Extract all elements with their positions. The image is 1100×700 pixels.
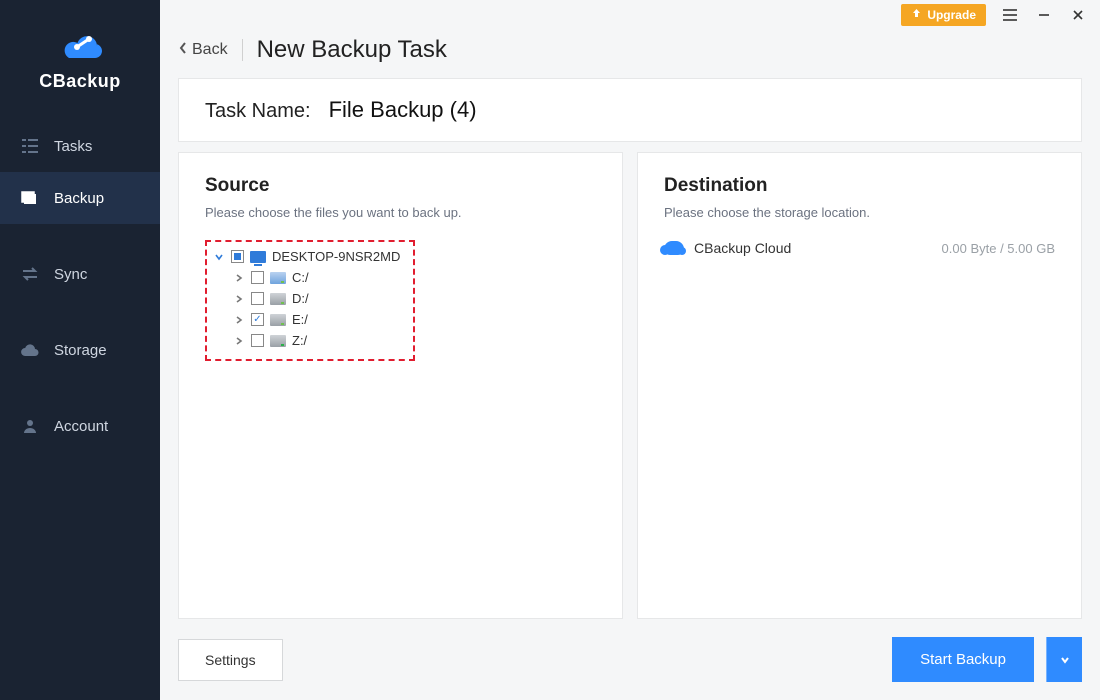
destination-panel: Destination Please choose the storage lo… <box>637 152 1082 619</box>
destination-label: CBackup Cloud <box>694 240 791 256</box>
chevron-left-icon <box>178 41 188 60</box>
drive-icon <box>270 272 286 284</box>
computer-icon <box>250 251 266 263</box>
sidebar-item-label: Account <box>54 418 108 435</box>
spacer <box>0 376 160 400</box>
checkbox-partial[interactable] <box>231 250 244 263</box>
divider <box>242 39 243 61</box>
upgrade-label: Upgrade <box>927 8 976 22</box>
start-backup-dropdown[interactable] <box>1046 637 1082 682</box>
back-button[interactable]: Back <box>178 41 228 60</box>
account-icon <box>20 416 40 436</box>
sidebar-item-sync[interactable]: Sync <box>0 248 160 300</box>
drive-label: D:/ <box>292 291 309 306</box>
sidebar-item-account[interactable]: Account <box>0 400 160 452</box>
sidebar: CBackup Tasks Backup Sync <box>0 0 160 700</box>
tree-drive[interactable]: Z:/ <box>213 330 407 351</box>
sidebar-item-storage[interactable]: Storage <box>0 324 160 376</box>
tree-drive[interactable]: C:/ <box>213 267 407 288</box>
back-label: Back <box>192 41 228 59</box>
main: Upgrade Back New Backup Task Tas <box>160 0 1100 700</box>
destination-usage: 0.00 Byte / 5.00 GB <box>942 241 1055 256</box>
header-row: Back New Backup Task <box>160 30 1100 78</box>
sidebar-item-label: Backup <box>54 190 104 207</box>
titlebar: Upgrade <box>160 0 1100 30</box>
cloud-icon <box>664 241 684 255</box>
drive-label: C:/ <box>292 270 309 285</box>
upgrade-button[interactable]: Upgrade <box>901 4 986 26</box>
spacer <box>0 300 160 324</box>
menu-icon[interactable] <box>1000 5 1020 25</box>
source-hint: Please choose the files you want to back… <box>205 205 596 220</box>
tree-drive[interactable]: E:/ <box>213 309 407 330</box>
cloud-logo-icon <box>51 22 109 65</box>
destination-title: Destination <box>664 175 1055 197</box>
taskname-label: Task Name: <box>205 100 311 123</box>
source-title: Source <box>205 175 596 197</box>
settings-button[interactable]: Settings <box>178 639 283 681</box>
source-panel: Source Please choose the files you want … <box>178 152 623 619</box>
checkbox[interactable] <box>251 334 264 347</box>
brand-name: CBackup <box>0 71 160 92</box>
taskname-bar: Task Name: File Backup (4) <box>178 78 1082 142</box>
side-nav: Tasks Backup Sync Storage <box>0 120 160 452</box>
sidebar-item-tasks[interactable]: Tasks <box>0 120 160 172</box>
minimize-icon[interactable] <box>1034 5 1054 25</box>
checkbox[interactable] <box>251 271 264 284</box>
drive-label: Z:/ <box>292 333 307 348</box>
checkbox-checked[interactable] <box>251 313 264 326</box>
tree-root-label: DESKTOP-9NSR2MD <box>272 249 400 264</box>
tasks-icon <box>20 136 40 156</box>
destination-hint: Please choose the storage location. <box>664 205 1055 220</box>
chevron-right-icon[interactable] <box>233 273 245 283</box>
footer: Settings Start Backup <box>160 619 1100 700</box>
sidebar-item-backup[interactable]: Backup <box>0 172 160 224</box>
storage-icon <box>20 340 40 360</box>
drive-label: E:/ <box>292 312 308 327</box>
taskname-value[interactable]: File Backup (4) <box>329 97 477 123</box>
network-drive-icon <box>270 335 286 347</box>
chevron-right-icon[interactable] <box>233 336 245 346</box>
panels: Source Please choose the files you want … <box>178 152 1082 619</box>
chevron-down-icon[interactable] <box>213 252 225 262</box>
checkbox[interactable] <box>251 292 264 305</box>
close-icon[interactable] <box>1068 5 1088 25</box>
logo-block: CBackup <box>0 0 160 110</box>
sync-icon <box>20 264 40 284</box>
start-backup-button[interactable]: Start Backup <box>892 637 1034 682</box>
sidebar-item-label: Sync <box>54 266 87 283</box>
sidebar-item-label: Storage <box>54 342 107 359</box>
tree-root[interactable]: DESKTOP-9NSR2MD <box>213 246 407 267</box>
upload-icon <box>911 8 922 22</box>
drive-icon <box>270 293 286 305</box>
backup-icon <box>20 188 40 208</box>
app-root: CBackup Tasks Backup Sync <box>0 0 1100 700</box>
chevron-right-icon[interactable] <box>233 315 245 325</box>
tree-drive[interactable]: D:/ <box>213 288 407 309</box>
page-title: New Backup Task <box>257 36 447 64</box>
destination-row[interactable]: CBackup Cloud 0.00 Byte / 5.00 GB <box>664 240 1055 256</box>
drive-icon <box>270 314 286 326</box>
spacer <box>0 224 160 248</box>
sidebar-item-label: Tasks <box>54 138 92 155</box>
chevron-right-icon[interactable] <box>233 294 245 304</box>
source-tree-highlight: DESKTOP-9NSR2MD C:/ <box>205 240 415 361</box>
